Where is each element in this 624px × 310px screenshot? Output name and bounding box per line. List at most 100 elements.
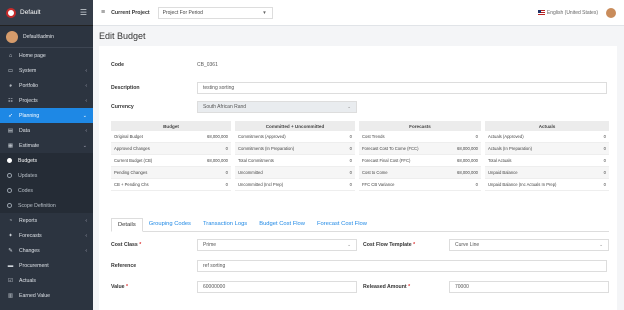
table-row: Uncommitted 0 bbox=[235, 167, 355, 179]
caret-down-icon: ▼ bbox=[262, 10, 267, 15]
value-input[interactable]: 60000000 bbox=[197, 281, 357, 293]
hamburger-icon[interactable]: ≡ bbox=[101, 9, 105, 16]
sidebar-item-home[interactable]: ⌂ Home page bbox=[0, 48, 93, 63]
row-value: 0 bbox=[603, 146, 606, 151]
sidebar-item-label: Earned Value bbox=[19, 292, 51, 299]
row-key: Uncommitted (Incl Prep) bbox=[238, 182, 284, 187]
reference-row: Reference ref sorting bbox=[111, 260, 609, 272]
table-row: Forecast Cost To Come (FCC) 68,000,000 bbox=[359, 143, 481, 155]
row-value: 0 bbox=[349, 134, 352, 139]
caret-down-icon: ⌄ bbox=[347, 104, 351, 109]
page-title: Edit Budget bbox=[93, 26, 624, 46]
tab-transaction-logs[interactable]: Transaction Logs bbox=[197, 221, 253, 231]
row-key: Actuals (Approved) bbox=[488, 134, 524, 139]
committed-summary: Committed + Uncommitted Commitments (App… bbox=[235, 121, 355, 191]
cost-class-row: Cost Class * Prime ⌄ Cost Flow Template *… bbox=[111, 239, 609, 251]
sidebar-item-scope-definition[interactable]: Scope Definition bbox=[0, 198, 93, 213]
code-label: Code bbox=[111, 62, 124, 68]
row-key: Cost Trends bbox=[362, 134, 385, 139]
sidebar-item-system[interactable]: ▭ System ‹ bbox=[0, 63, 93, 78]
description-value: testing sorting bbox=[203, 85, 235, 91]
tab-forecast-cost-flow[interactable]: Forecast Cost Flow bbox=[311, 221, 373, 231]
row-value: 0 bbox=[225, 146, 228, 151]
row-key: Current Budget (CB) bbox=[114, 158, 153, 163]
row-key: Actuals (In Preparation) bbox=[488, 146, 532, 151]
row-key: FFC CB Variance bbox=[362, 182, 395, 187]
row-key: Approved Changes bbox=[114, 146, 150, 151]
user-panel[interactable]: Default\admin bbox=[0, 26, 93, 48]
language-selector[interactable]: English (United States) bbox=[537, 10, 598, 16]
sidebar-item-projects[interactable]: ☷ Projects ‹ bbox=[0, 93, 93, 108]
row-key: Total Commitments bbox=[238, 158, 274, 163]
sidebar-item-estimate[interactable]: ▦ Estimate ⌄ bbox=[0, 138, 93, 153]
description-label: Description bbox=[111, 85, 140, 91]
sidebar-item-data[interactable]: ▤ Data ‹ bbox=[0, 123, 93, 138]
sidebar-item-label: Estimate bbox=[19, 142, 40, 149]
sidebar-item-label: System bbox=[19, 67, 37, 74]
sidebar-item-procurement[interactable]: ▬ Procurement bbox=[0, 258, 93, 273]
monitor-icon: ▭ bbox=[7, 67, 14, 74]
brand-logo bbox=[6, 7, 16, 18]
cost-flow-select[interactable]: Curve Line ⌄ bbox=[449, 239, 609, 251]
description-input[interactable]: testing sorting bbox=[197, 82, 607, 94]
table-row: CB + Pending Chs 0 bbox=[111, 179, 231, 191]
sidebar-item-forecasts[interactable]: ✦ Forecasts ‹ bbox=[0, 228, 93, 243]
table-row: Total Commitments 0 bbox=[235, 155, 355, 167]
sidebar-item-reports[interactable]: ◔ Reports ‹ bbox=[0, 213, 93, 228]
bullet-icon bbox=[7, 173, 12, 178]
table-row: Total Actuals 0 bbox=[485, 155, 609, 167]
row-key: Original Budget bbox=[114, 134, 143, 139]
sidebar-item-label: Actuals bbox=[19, 277, 37, 284]
bullet-icon bbox=[7, 203, 12, 208]
detail-tabs: Details Grouping Codes Transaction Logs … bbox=[111, 217, 609, 232]
tab-grouping-codes[interactable]: Grouping Codes bbox=[143, 221, 197, 231]
currency-select[interactable]: South African Rand ⌄ bbox=[197, 101, 357, 113]
top-bar: ≡ Current Project Project For Period ▼ E… bbox=[93, 0, 624, 26]
table-row: Uncommitted (Incl Prep) 0 bbox=[235, 179, 355, 191]
row-value: 0 bbox=[475, 134, 478, 139]
required-marker: * bbox=[408, 284, 411, 290]
reference-value: ref sorting bbox=[203, 263, 226, 269]
row-value: 0 bbox=[603, 134, 606, 139]
sidebar-item-label: Forecasts bbox=[19, 232, 42, 239]
caret-down-icon: ⌄ bbox=[347, 242, 351, 247]
row-value: 0 bbox=[475, 182, 478, 187]
sidebar-item-actuals[interactable]: ☑ Actuals bbox=[0, 273, 93, 288]
table-row: FFC CB Variance 0 bbox=[359, 179, 481, 191]
row-key: Total Actuals bbox=[488, 158, 512, 163]
forecast-icon: ✦ bbox=[8, 232, 13, 239]
edit-budget-card: Code CB_0361 Description testing sorting… bbox=[99, 46, 617, 310]
avatar[interactable] bbox=[606, 7, 616, 18]
sidebar-item-portfolio[interactable]: ◕ Portfolio ‹ bbox=[0, 78, 93, 93]
sidebar-item-earned-value[interactable]: ▥ Earned Value bbox=[0, 288, 93, 303]
sidebar-item-updates[interactable]: Updates bbox=[0, 168, 93, 183]
table-row: Pending Changes 0 bbox=[111, 167, 231, 179]
row-value: 0 bbox=[349, 158, 352, 163]
tab-details[interactable]: Details bbox=[111, 218, 143, 232]
chart-icon: ◔ bbox=[8, 217, 13, 224]
menu-toggle-icon[interactable]: ☰ bbox=[80, 8, 87, 17]
table-row: Commitments (Approved) 0 bbox=[235, 131, 355, 143]
sidebar-item-codes[interactable]: Codes bbox=[0, 183, 93, 198]
value-label-text: Value bbox=[111, 284, 125, 290]
tab-budget-cost-flow[interactable]: Budget Cost Flow bbox=[253, 221, 311, 231]
sidebar-item-planning[interactable]: ➶ Planning ⌄ bbox=[0, 108, 93, 123]
row-key: Commitments (In Preparation) bbox=[238, 146, 295, 151]
sidebar-item-label: Data bbox=[19, 127, 30, 134]
released-amount-input[interactable]: 70000 bbox=[449, 281, 609, 293]
sidebar-item-label: Reports bbox=[19, 217, 38, 224]
reference-input[interactable]: ref sorting bbox=[197, 260, 607, 272]
cost-class-select[interactable]: Prime ⌄ bbox=[197, 239, 357, 251]
value-row: Value * 60000000 Released Amount * 70000 bbox=[111, 281, 609, 293]
sidebar-item-budgets[interactable]: Budgets bbox=[0, 153, 93, 168]
reference-label: Reference bbox=[111, 263, 137, 269]
table-row: Unpaid Balance 0 bbox=[485, 167, 609, 179]
sidebar-item-label: Projects bbox=[19, 97, 38, 104]
cost-class-label-text: Cost Class bbox=[111, 242, 138, 248]
table-row: Commitments (In Preparation) 0 bbox=[235, 143, 355, 155]
sidebar-item-changes[interactable]: ✎ Changes ‹ bbox=[0, 243, 93, 258]
current-project-select[interactable]: Project For Period ▼ bbox=[157, 6, 273, 19]
sidebar-item-label: Procurement bbox=[19, 262, 49, 269]
row-key: Unpaid Balance (Inc Actuals In Prep) bbox=[488, 182, 557, 187]
required-marker: * bbox=[126, 284, 129, 290]
